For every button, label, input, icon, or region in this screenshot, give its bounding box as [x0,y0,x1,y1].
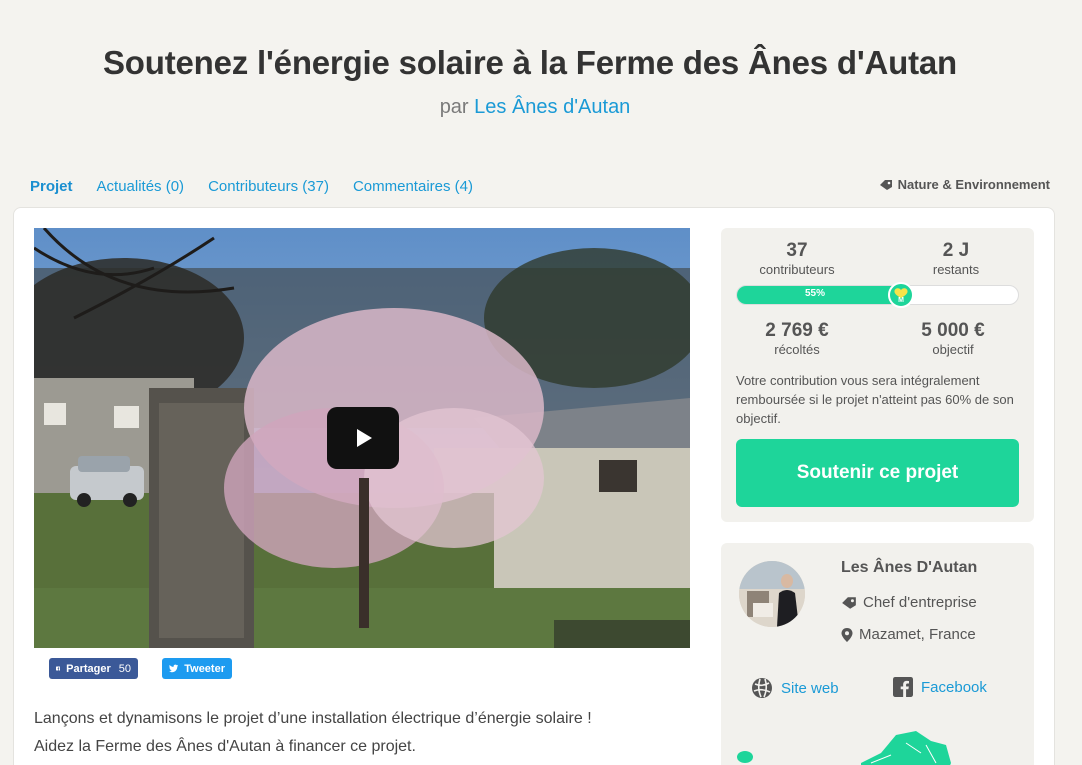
tag-icon [879,179,892,190]
project-video[interactable] [34,228,690,648]
owner-avatar[interactable] [739,561,805,627]
owner-role: Chef d'entreprise [841,594,977,611]
owner-location-label: Mazamet, France [859,626,976,643]
globe-icon [752,678,772,698]
twitter-icon [169,664,179,673]
facebook-link[interactable]: Facebook [893,677,987,697]
remaining-label: restants [932,262,980,277]
project-tabs: Projet Actualités (0) Contributeurs (37)… [30,178,497,195]
goal-stat: 5 000 € objectif [883,320,1023,357]
facebook-share-label: Partager [66,662,111,675]
collected-value: 2 769 € [765,320,829,341]
contributors-value: 37 [786,240,808,261]
website-link[interactable]: Site web [751,677,839,699]
project-intro: Lançons et dynamisons le projet d’une in… [34,705,684,761]
milestone-badge-icon: M [888,282,914,308]
owner-link[interactable]: Les Ânes d'Autan [474,96,630,118]
facebook-icon [56,666,61,671]
intro-line-1: Lançons et dynamisons le projet d’une in… [34,710,592,727]
funding-panel: 37 contributeurs 2 J restants 55% M 2 76… [721,228,1034,522]
support-project-button[interactable]: Soutenir ce projet [736,439,1019,507]
intro-line-2: Aidez la Ferme des Ânes d'Autan à financ… [34,738,416,755]
location-pin-icon [841,627,853,642]
tab-actualites[interactable]: Actualités (0) [97,178,185,195]
remaining-value: 2 J [942,240,970,261]
facebook-icon [893,677,913,697]
tab-contributeurs[interactable]: Contributeurs (37) [208,178,329,195]
location-map [737,731,951,765]
remaining-stat: 2 J restants [886,240,1026,277]
tag-icon [842,596,856,609]
tab-projet[interactable]: Projet [30,178,73,195]
category-link[interactable]: Nature & Environnement [879,177,1050,192]
owner-panel: Les Ânes D'Autan Chef d'entreprise Mazam… [721,543,1034,765]
contributors-stat: 37 contributeurs [727,240,867,277]
owner-location: Mazamet, France [841,626,976,643]
goal-value: 5 000 € [921,320,985,341]
owner-name[interactable]: Les Ânes D'Autan [841,559,977,577]
website-link-label: Site web [781,679,839,697]
byline: par Les Ânes d'Autan [0,96,1070,119]
twitter-share-button[interactable]: Tweeter [162,658,232,679]
twitter-share-label: Tweeter [184,662,225,675]
progress-percent: 55% [805,288,826,299]
facebook-share-button[interactable]: Partager 50 [49,658,138,679]
badge-letter: M [898,297,904,303]
owner-role-label: Chef d'entreprise [863,594,977,611]
facebook-share-count: 50 [118,662,131,675]
collected-stat: 2 769 € récoltés [727,320,867,357]
contributors-label: contributeurs [759,262,835,277]
tab-commentaires[interactable]: Commentaires (4) [353,178,473,195]
category-label: Nature & Environnement [897,177,1050,192]
funding-progress-bar: 55% M [736,282,1019,308]
goal-label: objectif [932,342,974,357]
byline-prefix: par [439,96,469,118]
collected-label: récoltés [774,342,820,357]
play-icon [357,429,372,447]
play-button[interactable] [327,407,399,469]
facebook-link-label: Facebook [921,678,987,696]
page-title: Soutenez l'énergie solaire à la Ferme de… [103,44,957,81]
refund-note: Votre contribution vous sera intégraleme… [736,373,1014,426]
